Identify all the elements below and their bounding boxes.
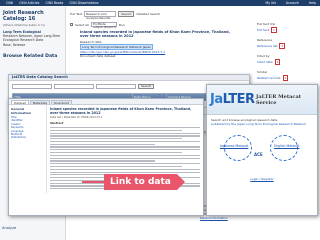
top-right-menu: My list Account Help (260, 1, 317, 5)
metacat-center-label: ACE (254, 152, 263, 157)
jalter-field[interactable] (96, 84, 136, 89)
detail-sidebar: General Information Title Identifier Cre… (9, 105, 47, 193)
search-button[interactable]: Search (118, 10, 135, 17)
count-badge: 4 (279, 42, 286, 49)
analyze-link[interactable]: Analyze (2, 226, 16, 230)
data-link-callout: Link to data (82, 174, 185, 190)
footer-link[interactable]: Related information (200, 216, 318, 220)
info-line: Base, Release (3, 42, 26, 47)
english-metacat-cloud[interactable] (270, 135, 298, 161)
right-block-link[interactable]: Full text (257, 28, 269, 32)
nav-item-dissertations[interactable]: CiNii Dissertations (69, 1, 98, 5)
dataset-title: Inland species recorded in Japanese fiel… (50, 107, 192, 115)
select-all-checkbox[interactable] (70, 23, 73, 26)
jalter-field[interactable] (12, 84, 52, 89)
jalter-logo: JaLTER (210, 92, 255, 107)
fulltext-option[interactable]: Full Text (70, 12, 82, 16)
metacat-text-link[interactable]: published by the Japan Long Term Ecologi… (211, 122, 313, 126)
catalog-subtitle: (Ohara Ohshima Index 4 m) (3, 23, 45, 27)
export-run-button[interactable]: Run (119, 23, 125, 27)
right-block: Similar Related records 1 (257, 70, 317, 81)
dataset-detail-window: Dataset Metadata Download General Inform… (8, 98, 204, 216)
abstract-heading: Abstract (50, 121, 64, 126)
metacat-window: JaLTER JaLTER Metacat Service Search and… (206, 84, 318, 216)
right-block-link[interactable]: Reference list (257, 44, 277, 48)
metacat-login-link[interactable]: Login / Register (211, 177, 313, 181)
top-navigation-bar: CiNii CiNii Articles CiNii Books CiNii D… (0, 0, 320, 6)
export-select[interactable]: EndNote output (Export) (90, 22, 117, 29)
metacat-header: JaLTER JaLTER Metacat Service (207, 85, 317, 115)
metacat-title: JaLTER Metacat Service (256, 93, 301, 106)
metacat-description: Search and browse ecological research da… (211, 118, 313, 126)
english-metacat-link[interactable]: English Metacat (274, 144, 299, 148)
right-info-column: Full text link Full text 1 Reference Refe… (257, 22, 317, 86)
search-row: Full Text Research and Analysis Results … (70, 9, 160, 20)
tab-metadata[interactable]: Metadata (29, 100, 50, 105)
search-scope-select[interactable]: Research and Analysis Results (84, 10, 117, 20)
nav-item-articles[interactable]: CiNii Articles (19, 1, 39, 5)
callout-arrow-icon (176, 174, 185, 190)
count-badge: 2 (274, 58, 281, 65)
count-badge: 1 (282, 74, 289, 81)
browse-heading: Browse Related Data (3, 53, 58, 59)
right-block-label: Cited by (257, 54, 270, 58)
nav-item-help[interactable]: Help (309, 1, 316, 5)
nav-item-books[interactable]: CiNii Books (45, 1, 63, 5)
catalog-info-block: Long Term Ecological Research Network, J… (3, 30, 62, 47)
detailed-search-link[interactable]: Detailed Search (136, 12, 160, 16)
metacat-map: Japanese Metacat English Metacat ACE (214, 129, 310, 175)
sidebar-heading: General Information (11, 107, 31, 115)
japanese-metacat-cloud[interactable] (224, 135, 252, 161)
right-block-label: Reference (257, 38, 273, 42)
right-block: Cited by Cited data 2 (257, 54, 317, 65)
right-block-label: Full text link (257, 22, 276, 26)
nav-item-mylist[interactable]: My list (266, 1, 276, 5)
callout-line (82, 181, 104, 183)
callout-label: Link to data (104, 174, 177, 190)
nav-item-cinii[interactable]: CiNii (6, 1, 13, 5)
right-block: Reference Reference list 4 (257, 38, 317, 49)
tab-download[interactable]: Download (50, 100, 72, 105)
dataset-meta: Data Set / Metadata ID: ERDP-2013-07.1 (50, 116, 103, 119)
tab-dataset[interactable]: Dataset (11, 100, 29, 105)
catalog-title: Joint Research Catalog: 16 (3, 10, 44, 22)
result-toolbar: Select All EndNote output (Export) Run (70, 22, 125, 29)
jalter-catalog-header: JaLTER Data Catalog Search (9, 75, 249, 81)
right-block: Full text link Full text 1 (257, 22, 317, 33)
count-badge: 1 (271, 26, 277, 33)
right-block-link[interactable]: Cited data (257, 60, 273, 64)
select-all-label: Select All (75, 22, 89, 27)
japanese-metacat-link[interactable]: Japanese Metacat (220, 144, 248, 148)
nav-item-account[interactable]: Account (286, 1, 299, 5)
sidebar-item[interactable]: Distribution (11, 136, 44, 139)
result-details: Research data Long Term Ecological Resea… (80, 40, 260, 58)
jalter-search-button[interactable]: Search (138, 84, 155, 89)
result-title[interactable]: Inland species recorded in Japanese fiel… (80, 30, 230, 38)
jalter-field[interactable] (54, 84, 94, 89)
right-block-link[interactable]: Related records (257, 76, 281, 80)
result-trailing: Document data dataset (80, 54, 116, 58)
